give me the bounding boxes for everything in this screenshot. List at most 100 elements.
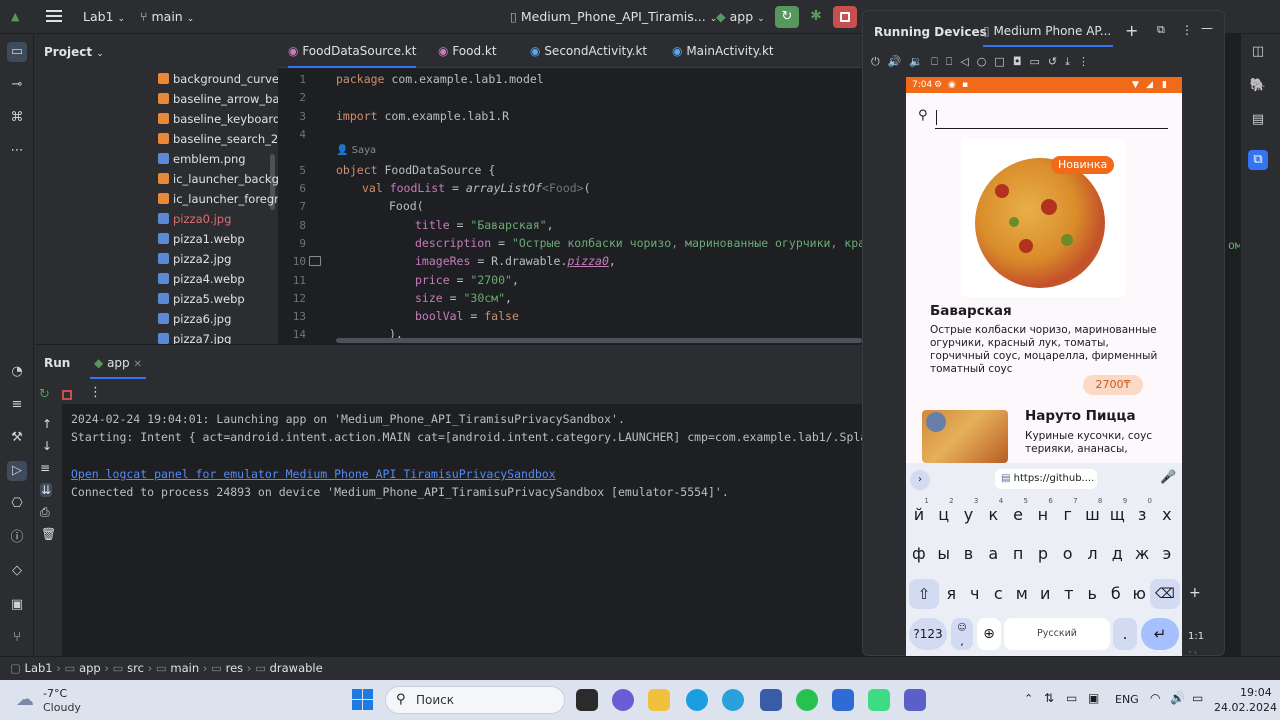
breadcrumb-item[interactable]: app (79, 661, 101, 675)
key[interactable]: в (957, 539, 981, 569)
breadcrumb-item[interactable]: main (170, 661, 199, 675)
shift-key[interactable]: ⇧ (909, 579, 939, 609)
scroll-down-icon[interactable]: ↓ (42, 439, 52, 453)
language-indicator[interactable]: ENG (1115, 693, 1139, 706)
build-icon[interactable]: ⚒ (7, 428, 27, 448)
key[interactable]: х (1155, 500, 1179, 530)
key[interactable]: а (981, 539, 1005, 569)
run-tab-app[interactable]: ◆ app ✕ (90, 349, 146, 379)
overview-icon[interactable]: □ (994, 55, 1012, 68)
breadcrumb-item[interactable]: src (127, 661, 144, 675)
enter-key[interactable]: ↵ (1141, 618, 1179, 650)
globe-key[interactable]: ⊕ (977, 618, 1001, 650)
key[interactable]: г7 (1056, 497, 1080, 530)
file-item[interactable]: pizza2.jpg (158, 249, 278, 269)
project-folder-icon[interactable]: ▭ (7, 42, 27, 62)
problems-icon[interactable]: ⓘ (7, 528, 27, 548)
more-tools-icon[interactable]: ⋯ (7, 141, 27, 161)
battery-icon[interactable]: ▭ (1192, 691, 1203, 705)
power-icon[interactable]: ⏻ (871, 55, 888, 68)
key[interactable]: с (987, 579, 1010, 609)
mindmap-icon[interactable] (760, 689, 782, 711)
taskbar-search[interactable]: ⚲ Поиск (385, 686, 565, 714)
tab-main-activity[interactable]: ◉ MainActivity.kt (672, 34, 774, 68)
key[interactable]: я (940, 579, 963, 609)
back-icon[interactable]: ◁ (960, 55, 976, 68)
tab-food-data-source[interactable]: ◉ FoodDataSource.kt (288, 34, 417, 68)
notifications-icon[interactable]: ◫ (1248, 42, 1268, 62)
expand-toolbar-icon[interactable]: › (910, 470, 930, 490)
android-studio-icon[interactable]: ▲ (11, 10, 24, 23)
commit-icon[interactable]: ⊸ (7, 75, 27, 95)
project-selector[interactable]: Lab1 ⌄ (83, 9, 125, 24)
run-console[interactable]: 2024-02-24 19:04:01: Launching app on 'M… (62, 404, 895, 656)
telegram-icon[interactable] (722, 689, 744, 711)
key[interactable]: о (1056, 539, 1080, 569)
file-item[interactable]: pizza4.webp (158, 269, 278, 289)
key[interactable]: и (1034, 579, 1057, 609)
rerun-button[interactable]: ↻ (775, 6, 799, 28)
run-icon[interactable]: ▷ (7, 461, 27, 481)
food-card-2[interactable]: Наруто Пицца Куриные кусочки, соус терия… (906, 403, 1182, 463)
file-item[interactable]: background_curve.xm (158, 69, 278, 89)
key[interactable]: з0 (1130, 497, 1154, 530)
clock-date[interactable]: 24.02.2024 (1214, 701, 1277, 714)
transfer-icon[interactable]: ⇅ (1044, 691, 1054, 705)
rotate-left-icon[interactable]: ⎕ (931, 55, 946, 68)
key[interactable]: ч (964, 579, 987, 609)
key[interactable]: ц2 (932, 497, 956, 530)
key[interactable]: ы (932, 539, 956, 569)
logcat-icon[interactable]: ≡ (7, 395, 27, 415)
tab-second-activity[interactable]: ◉ SecondActivity.kt (530, 34, 647, 68)
terminal-icon[interactable]: ▣ (7, 595, 27, 615)
breadcrumb-item[interactable]: Lab1 (25, 661, 53, 675)
scroll-to-end-icon[interactable]: ⇊ (40, 483, 53, 497)
wifi-icon[interactable]: ◠ (1150, 691, 1160, 705)
key[interactable]: ф (907, 539, 931, 569)
device-selector[interactable]: ▯ Medium_Phone_API_Tiramis... ⌄ (510, 9, 717, 24)
windows-start-icon[interactable] (352, 689, 374, 711)
print-icon[interactable]: ⎙ (40, 505, 50, 520)
editor-h-scrollbar[interactable] (336, 338, 862, 343)
period-key[interactable]: . (1113, 618, 1137, 650)
space-key[interactable]: Русский (1004, 618, 1110, 650)
price-button[interactable]: 2700₸ (1083, 375, 1143, 395)
key[interactable]: т (1058, 579, 1081, 609)
phone-screen[interactable]: 7:04 ⚙ ◉ ▪ ▼ ◢ ▮ ⚲ Новинка Баварская Ост… (906, 77, 1182, 680)
key[interactable]: к4 (981, 497, 1005, 530)
whatsapp-icon[interactable] (796, 689, 818, 711)
volume-down-icon[interactable]: 🔉 (909, 55, 931, 68)
rotate-right-icon[interactable]: ⎕ (946, 55, 961, 68)
key[interactable]: б (1105, 579, 1128, 609)
record-icon[interactable]: ▭ (1030, 55, 1048, 68)
file-item[interactable]: pizza5.webp (158, 289, 278, 309)
file-explorer-icon[interactable] (648, 689, 670, 711)
folder-tray-icon[interactable]: ▭ (1066, 691, 1077, 705)
structure-icon[interactable]: ⌘ (7, 108, 27, 128)
device-tab[interactable]: ▯ Medium Phone AP... (983, 17, 1113, 47)
soft-wrap-icon[interactable]: ≡ (40, 461, 50, 475)
microphone-icon[interactable]: 🎤 (1160, 470, 1176, 485)
branch-selector[interactable]: ⑂ main ⌄ (140, 9, 194, 24)
file-item[interactable]: baseline_search_24.: (158, 129, 278, 149)
trash-icon[interactable]: 🗑 (41, 527, 56, 541)
key[interactable]: ь (1081, 579, 1104, 609)
key[interactable]: й1 (907, 497, 931, 530)
stop-icon[interactable] (62, 390, 72, 400)
snapshot-icon[interactable]: ↺ (1048, 55, 1065, 68)
weather-widget[interactable]: ☁ -7°C Cloudy (16, 687, 126, 715)
key[interactable]: д (1105, 539, 1129, 569)
more-options-icon[interactable]: ⋮ (1181, 23, 1193, 37)
more-options-icon[interactable]: ⋮ (89, 385, 102, 400)
window-options-icon[interactable]: ⧉ (1157, 23, 1165, 37)
task-view-icon[interactable] (576, 689, 598, 711)
tray-expand-icon[interactable]: ⌃ (1024, 692, 1033, 705)
main-menu-icon[interactable] (46, 8, 62, 24)
file-item[interactable]: baseline_keyboard_a (158, 109, 278, 129)
key[interactable]: е5 (1006, 497, 1030, 530)
file-item[interactable]: baseline_arrow_back (158, 89, 278, 109)
file-item[interactable]: pizza6.jpg (158, 309, 278, 329)
edge-icon[interactable] (686, 689, 708, 711)
rerun-icon[interactable]: ↻ (39, 387, 50, 402)
key[interactable]: л (1081, 539, 1105, 569)
